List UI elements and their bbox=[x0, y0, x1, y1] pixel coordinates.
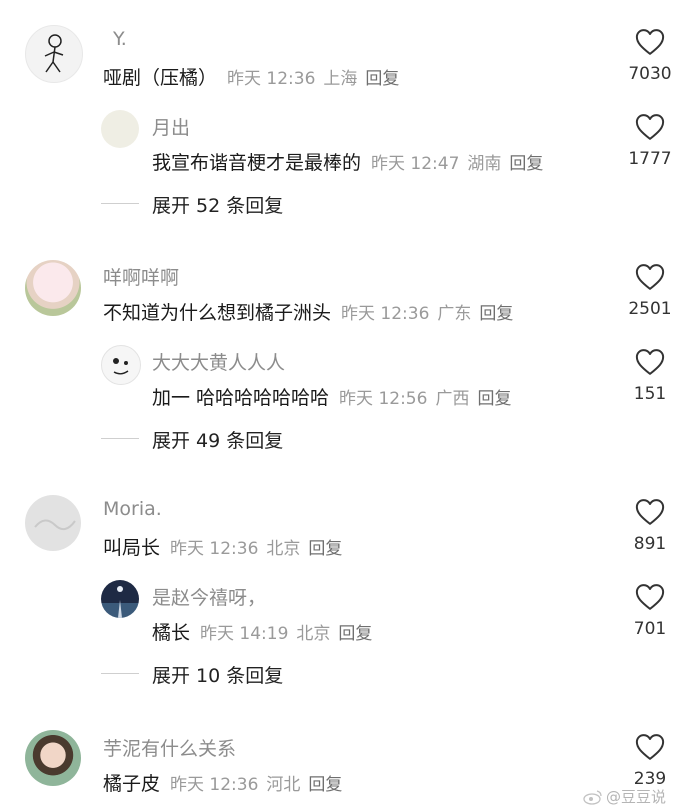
expand-replies-button[interactable]: 展开 10 条回复 bbox=[152, 661, 283, 688]
night-road-icon bbox=[117, 586, 123, 618]
reply-button[interactable]: 回复 bbox=[509, 154, 543, 174]
reply-meta: 昨天 14:19 北京 回复 bbox=[200, 624, 380, 644]
avatar[interactable] bbox=[25, 25, 83, 83]
reply-avatar[interactable] bbox=[101, 580, 139, 618]
comment-body: 不知道为什么想到橘子洲头 昨天 12:36 广东 回复 bbox=[103, 298, 521, 325]
reply-avatar[interactable] bbox=[101, 110, 139, 148]
comment-location: 北京 bbox=[266, 539, 301, 559]
reply-button[interactable]: 回复 bbox=[338, 624, 372, 644]
scribble-icon bbox=[34, 519, 76, 531]
expand-divider bbox=[101, 203, 139, 204]
reply-time: 昨天 14:19 bbox=[200, 624, 289, 644]
like-heart-icon[interactable] bbox=[635, 348, 665, 376]
comment-username[interactable]: Y. bbox=[113, 28, 127, 50]
comment-time: 昨天 12:36 bbox=[170, 539, 259, 559]
reply-text: 加一 哈哈哈哈哈哈哈 bbox=[152, 387, 330, 409]
reply-time: 昨天 12:56 bbox=[339, 389, 428, 409]
comment-location: 河北 bbox=[266, 775, 301, 795]
reply-meta: 昨天 12:47 湖南 回复 bbox=[371, 154, 551, 174]
watermark-text: @豆豆说 bbox=[606, 788, 667, 806]
reply-body: 加一 哈哈哈哈哈哈哈 昨天 12:56 广西 回复 bbox=[152, 383, 519, 410]
reply-button[interactable]: 回复 bbox=[365, 69, 399, 89]
like-heart-icon[interactable] bbox=[635, 498, 665, 526]
comment-meta: 昨天 12:36 上海 回复 bbox=[227, 69, 407, 89]
like-count: 891 bbox=[633, 534, 667, 554]
reply-username[interactable]: 月出 bbox=[152, 113, 190, 140]
comment-body: 哑剧（压橘） 昨天 12:36 上海 回复 bbox=[103, 63, 407, 90]
comment-time: 昨天 12:36 bbox=[341, 304, 430, 324]
like-heart-icon[interactable] bbox=[635, 28, 665, 56]
like-count: 2501 bbox=[628, 299, 672, 319]
watermark: @豆豆说 bbox=[583, 786, 666, 807]
reply-avatar[interactable] bbox=[101, 345, 141, 385]
comment-meta: 昨天 12:36 河北 回复 bbox=[170, 775, 350, 795]
like-count: 151 bbox=[633, 384, 667, 404]
like-heart-icon[interactable] bbox=[635, 263, 665, 291]
comment-location: 上海 bbox=[323, 69, 358, 89]
comment-text: 不知道为什么想到橘子洲头 bbox=[103, 302, 332, 324]
comment-time: 昨天 12:36 bbox=[170, 775, 259, 795]
reply-username[interactable]: 大大大黄人人人 bbox=[152, 348, 285, 375]
reply-body: 我宣布谐音梗才是最棒的 昨天 12:47 湖南 回复 bbox=[152, 148, 551, 175]
like-count: 1777 bbox=[628, 149, 672, 169]
comment-username[interactable]: 芋泥有什么关系 bbox=[103, 734, 236, 761]
reply-location: 湖南 bbox=[467, 154, 502, 174]
expand-divider bbox=[101, 438, 139, 439]
comment-time: 昨天 12:36 bbox=[227, 69, 316, 89]
comment-text: 叫局长 bbox=[103, 537, 161, 559]
reply-body: 橘长 昨天 14:19 北京 回复 bbox=[152, 618, 380, 645]
comment-text: 橘子皮 bbox=[103, 773, 161, 795]
comment-meta: 昨天 12:36 广东 回复 bbox=[341, 304, 521, 324]
avatar[interactable] bbox=[25, 730, 81, 786]
avatar[interactable] bbox=[25, 495, 81, 551]
like-count: 701 bbox=[633, 619, 667, 639]
like-heart-icon[interactable] bbox=[635, 113, 665, 141]
reply-username[interactable]: 是赵今禧呀， bbox=[152, 583, 266, 610]
avatar[interactable] bbox=[25, 260, 81, 316]
reply-button[interactable]: 回复 bbox=[477, 389, 511, 409]
comment-body: 叫局长 昨天 12:36 北京 回复 bbox=[103, 533, 350, 560]
reply-text: 橘长 bbox=[152, 622, 191, 644]
comment-meta: 昨天 12:36 北京 回复 bbox=[170, 539, 350, 559]
expand-replies-button[interactable]: 展开 52 条回复 bbox=[152, 191, 283, 218]
expand-divider bbox=[101, 673, 139, 674]
reply-button[interactable]: 回复 bbox=[308, 775, 342, 795]
reply-location: 广西 bbox=[435, 389, 470, 409]
sketch-face-icon bbox=[113, 358, 129, 375]
reply-meta: 昨天 12:56 广西 回复 bbox=[339, 389, 519, 409]
comment-username[interactable]: 咩啊咩啊 bbox=[103, 263, 179, 290]
comment-body: 橘子皮 昨天 12:36 河北 回复 bbox=[103, 769, 350, 796]
reply-button[interactable]: 回复 bbox=[479, 304, 513, 324]
comment-location: 广东 bbox=[437, 304, 472, 324]
stick-figure-icon bbox=[44, 34, 64, 73]
like-heart-icon[interactable] bbox=[635, 583, 665, 611]
expand-replies-button[interactable]: 展开 49 条回复 bbox=[152, 426, 283, 453]
reply-location: 北京 bbox=[296, 624, 331, 644]
weibo-logo-icon bbox=[583, 790, 602, 805]
like-count: 7030 bbox=[628, 64, 672, 84]
like-heart-icon[interactable] bbox=[635, 733, 665, 761]
comment-text: 哑剧（压橘） bbox=[103, 67, 218, 89]
reply-text: 我宣布谐音梗才是最棒的 bbox=[152, 152, 362, 174]
reply-button[interactable]: 回复 bbox=[308, 539, 342, 559]
reply-time: 昨天 12:47 bbox=[371, 154, 460, 174]
comment-username[interactable]: Moria. bbox=[103, 498, 162, 520]
